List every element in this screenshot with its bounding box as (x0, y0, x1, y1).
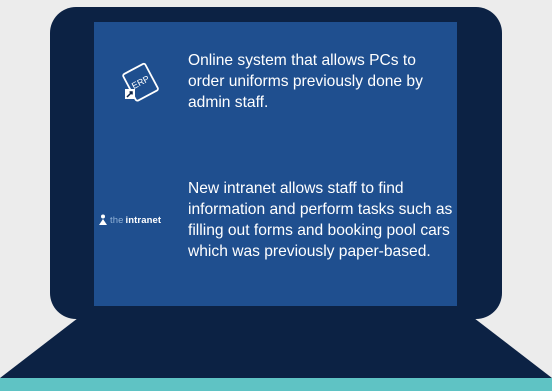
laptop-base-accent-strip (0, 378, 552, 391)
intranet-description: New intranet allows staff to find inform… (188, 180, 453, 260)
laptop-keyboard-deck (0, 318, 552, 378)
laptop-screen: ERP Online system that allows PCs to ord… (94, 22, 457, 306)
list-item-erp: ERP Online system that allows PCs to ord… (94, 50, 457, 113)
erp-description: Online system that allows PCs to order u… (188, 52, 423, 111)
theintranet-logo: the intranet (98, 214, 161, 226)
logo-prefix: the (110, 214, 124, 226)
list-item-intranet: the intranet New intranet allows staff to… (94, 178, 457, 262)
erp-document-icon: ERP (122, 62, 159, 102)
intranet-figure-icon (99, 214, 107, 225)
intranet-logo-container: the intranet (94, 214, 188, 226)
erp-icon-container: ERP (94, 60, 188, 104)
logo-word: intranet (125, 214, 162, 226)
